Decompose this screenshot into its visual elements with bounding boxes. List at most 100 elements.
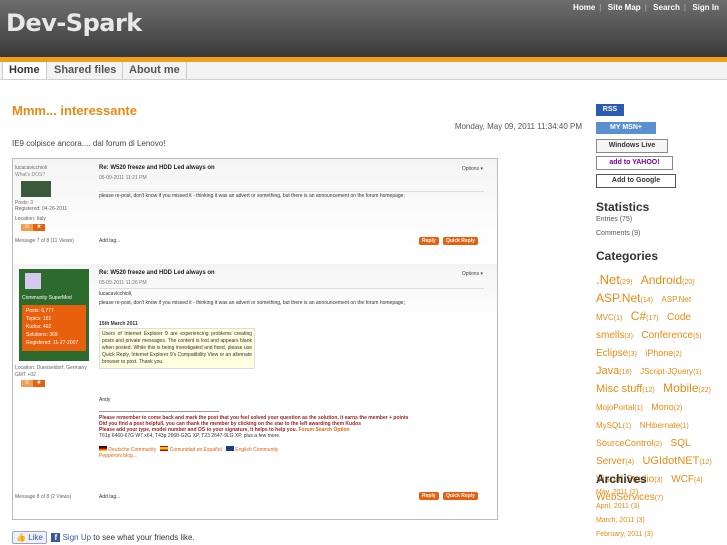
spanish-community-link[interactable]: Comunidad en Español bbox=[170, 447, 222, 453]
post1-location: Location: Italy bbox=[15, 216, 46, 222]
forum-search-link[interactable]: Forum Search Option bbox=[298, 427, 349, 433]
site-header: Dev-Spark Home | Site Map | Search | Sign I… bbox=[0, 0, 727, 57]
facebook-signup-link[interactable]: Sign Up bbox=[63, 533, 91, 542]
tab-home[interactable]: Home bbox=[2, 62, 47, 79]
category-count: (1) bbox=[622, 423, 632, 430]
post2-greeting: lucacavicchioli, bbox=[99, 291, 133, 297]
pepperoni-blog-link[interactable]: Pepperoni blog... bbox=[99, 453, 137, 459]
post2-date-heading: 15th March 2011 bbox=[99, 321, 138, 327]
entries-count: Entries (75) bbox=[596, 216, 633, 223]
category-link[interactable]: Mobile(22) bbox=[663, 381, 713, 395]
archive-link[interactable]: February, 2011 (3) bbox=[596, 531, 653, 538]
post1-reply-button[interactable]: Reply bbox=[419, 237, 439, 245]
signature-divider bbox=[99, 411, 219, 412]
category-link[interactable]: WCF(4) bbox=[671, 474, 704, 485]
category-link[interactable]: Android(20) bbox=[641, 273, 697, 287]
category-count: (22) bbox=[698, 387, 711, 394]
post1-options[interactable]: Options ▾ bbox=[462, 166, 483, 172]
nav-separator: | bbox=[683, 3, 687, 12]
kudos-count: 0 bbox=[21, 380, 33, 387]
tab-shared-files[interactable]: Shared files bbox=[48, 62, 124, 79]
top-nav-site-map[interactable]: Site Map bbox=[608, 3, 641, 12]
kudos-star-icon[interactable]: ★ bbox=[33, 380, 45, 387]
category-count: (2) bbox=[673, 351, 682, 358]
tab-about-me[interactable]: About me bbox=[123, 62, 187, 79]
categories-heading: Categories bbox=[596, 249, 659, 263]
category-count: (3) bbox=[624, 333, 633, 340]
post1-body: please re-post, don't know if you missed… bbox=[99, 193, 405, 199]
category-name: ASP.Net bbox=[596, 291, 641, 305]
category-count: (12) bbox=[642, 387, 655, 394]
top-nav-sign-in[interactable]: Sign In bbox=[692, 3, 719, 12]
archives-heading: Archives bbox=[596, 472, 647, 486]
post2-profile-box: Community SuperMod Posts: 6,777 Topics: … bbox=[19, 269, 89, 361]
facebook-like-button[interactable]: 👍 Like bbox=[12, 531, 47, 544]
post2-reply-button[interactable]: Reply bbox=[419, 492, 439, 500]
category-link[interactable]: .Net(29) bbox=[596, 272, 634, 287]
category-name: Mobile bbox=[663, 381, 699, 395]
english-community-link[interactable]: English Community bbox=[235, 447, 278, 453]
archive-link[interactable]: April, 2011 (3) bbox=[596, 503, 639, 510]
divider bbox=[99, 191, 484, 192]
category-count: (1) bbox=[613, 315, 623, 322]
category-link[interactable]: Eclipse(3) bbox=[596, 348, 639, 359]
post1-registered: Registered: 04-26-2011 bbox=[15, 206, 68, 212]
category-link[interactable]: JScript-JQuery(1) bbox=[640, 367, 703, 376]
category-count: (5) bbox=[693, 333, 702, 340]
post2-quick-reply-button[interactable]: Quick Reply bbox=[443, 492, 478, 500]
post1-title[interactable]: Re: W520 freeze and HDD Led always on bbox=[99, 165, 215, 171]
post2-title[interactable]: Re: W520 freeze and HDD Led always on bbox=[99, 270, 215, 276]
post2-avatar bbox=[25, 273, 41, 289]
top-nav-home[interactable]: Home bbox=[573, 3, 595, 12]
top-nav-search[interactable]: Search bbox=[653, 3, 680, 12]
my-msn-badge[interactable]: MY MSN+ bbox=[596, 122, 656, 134]
nav-separator: | bbox=[599, 3, 602, 12]
category-link[interactable]: Conference(5) bbox=[641, 330, 703, 341]
facebook-like-bar: 👍 Like f Sign Up to see what your friend… bbox=[12, 531, 195, 544]
spanish-flag-icon bbox=[160, 446, 169, 451]
category-link[interactable]: iPhone(2) bbox=[645, 348, 684, 358]
forum-post-1: lucacavicchioli What's DOS? Posts: 3 Reg… bbox=[13, 159, 497, 247]
category-link[interactable]: NHibernate(1) bbox=[640, 421, 691, 430]
facebook-signup-text: to see what your friends like. bbox=[91, 533, 195, 542]
archive-link[interactable]: March, 2011 (3) bbox=[596, 517, 645, 524]
archive-link[interactable]: May, 2011 (2) bbox=[596, 489, 638, 496]
kudos-star-icon[interactable]: ★ bbox=[33, 224, 45, 231]
post2-add-tag[interactable]: Add tag... bbox=[99, 494, 120, 500]
windows-live-badge[interactable]: Windows Live bbox=[596, 139, 668, 153]
like-label: Like bbox=[28, 533, 43, 542]
category-name: Misc stuff bbox=[596, 383, 643, 395]
post1-add-tag[interactable]: Add tag... bbox=[99, 238, 120, 244]
category-link[interactable]: MySQL(1) bbox=[596, 421, 633, 430]
category-link[interactable]: UGIdotNET(12) bbox=[642, 455, 713, 467]
post2-user-rank: Community SuperMod bbox=[22, 295, 72, 301]
rss-badge[interactable]: RSS bbox=[596, 104, 624, 116]
category-count: (3) bbox=[628, 351, 637, 358]
category-link[interactable]: MojoPortal(1) bbox=[596, 403, 645, 412]
category-count: (14) bbox=[640, 297, 653, 304]
category-name: Eclipse bbox=[596, 348, 629, 359]
category-link[interactable]: Mono(2) bbox=[651, 402, 684, 412]
site-title[interactable]: Dev-Spark bbox=[6, 9, 142, 37]
post-title[interactable]: Mmm... interessante bbox=[12, 103, 137, 118]
add-to-google-badge[interactable]: Add to Google bbox=[596, 174, 676, 188]
top-nav: Home | Site Map | Search | Sign In bbox=[573, 3, 719, 12]
category-count: (16) bbox=[619, 369, 632, 376]
category-link[interactable]: Java(16) bbox=[596, 365, 634, 377]
post2-options[interactable]: Options ▾ bbox=[462, 271, 483, 277]
post1-username: lucacavicchioli bbox=[15, 165, 47, 171]
category-link[interactable]: C#(17) bbox=[631, 309, 661, 323]
category-count: (3) bbox=[654, 477, 663, 484]
post1-quick-reply-button[interactable]: Quick Reply bbox=[443, 237, 478, 245]
category-name: C# bbox=[630, 309, 647, 323]
category-link[interactable]: Misc stuff(12) bbox=[596, 383, 657, 395]
add-to-yahoo-badge[interactable]: add to YAHOO! bbox=[596, 156, 673, 170]
post1-message-count: Message 7 of 8 (11 Views) bbox=[15, 238, 74, 244]
category-name: Conference bbox=[641, 330, 694, 341]
category-count: (20) bbox=[682, 279, 695, 286]
category-link[interactable]: SourceControl(2) bbox=[596, 438, 664, 448]
tab-bar: Home Shared files About me bbox=[0, 62, 727, 80]
post2-location: Location: Duesseldorf, Germany bbox=[15, 365, 87, 371]
category-link[interactable]: ASP.Net(14) bbox=[596, 291, 655, 305]
comments-count: Comments (9) bbox=[596, 230, 641, 237]
